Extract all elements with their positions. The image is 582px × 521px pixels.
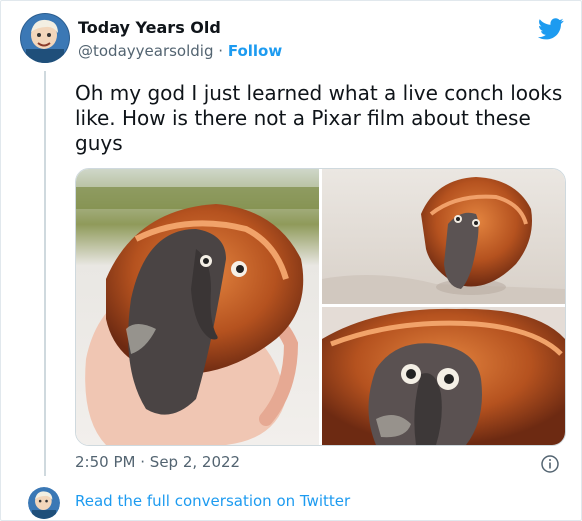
author-handle[interactable]: @todayyearsoldig — [78, 42, 213, 60]
media-grid[interactable] — [75, 168, 566, 446]
tweet-time[interactable]: 2:50 PM — [75, 453, 135, 471]
follow-button[interactable]: Follow — [228, 42, 282, 60]
tweet-date[interactable]: Sep 2, 2022 — [150, 453, 240, 471]
handle-separator: · — [218, 42, 224, 60]
author-handle-line: @todayyearsoldig · Follow — [78, 42, 282, 60]
tweet-text: Oh my god I just learned what a live con… — [75, 81, 563, 155]
media-image-sand-conch[interactable] — [322, 169, 565, 304]
meta-separator: · — [140, 453, 146, 471]
author-avatar[interactable] — [20, 13, 70, 63]
tweet-card: Today Years Old @todayyearsoldig · Follo… — [0, 0, 582, 521]
read-conversation-link[interactable]: Read the full conversation on Twitter — [75, 492, 350, 510]
tweet-meta: 2:50 PM · Sep 2, 2022 — [75, 453, 240, 471]
media-image-hand-conch[interactable] — [76, 169, 319, 445]
author-name[interactable]: Today Years Old — [78, 18, 221, 37]
footer-avatar — [28, 487, 60, 519]
thread-line — [44, 71, 46, 476]
info-icon[interactable] — [541, 455, 559, 473]
twitter-bird-icon[interactable] — [537, 18, 564, 40]
media-image-closeup-conch[interactable] — [322, 307, 565, 445]
